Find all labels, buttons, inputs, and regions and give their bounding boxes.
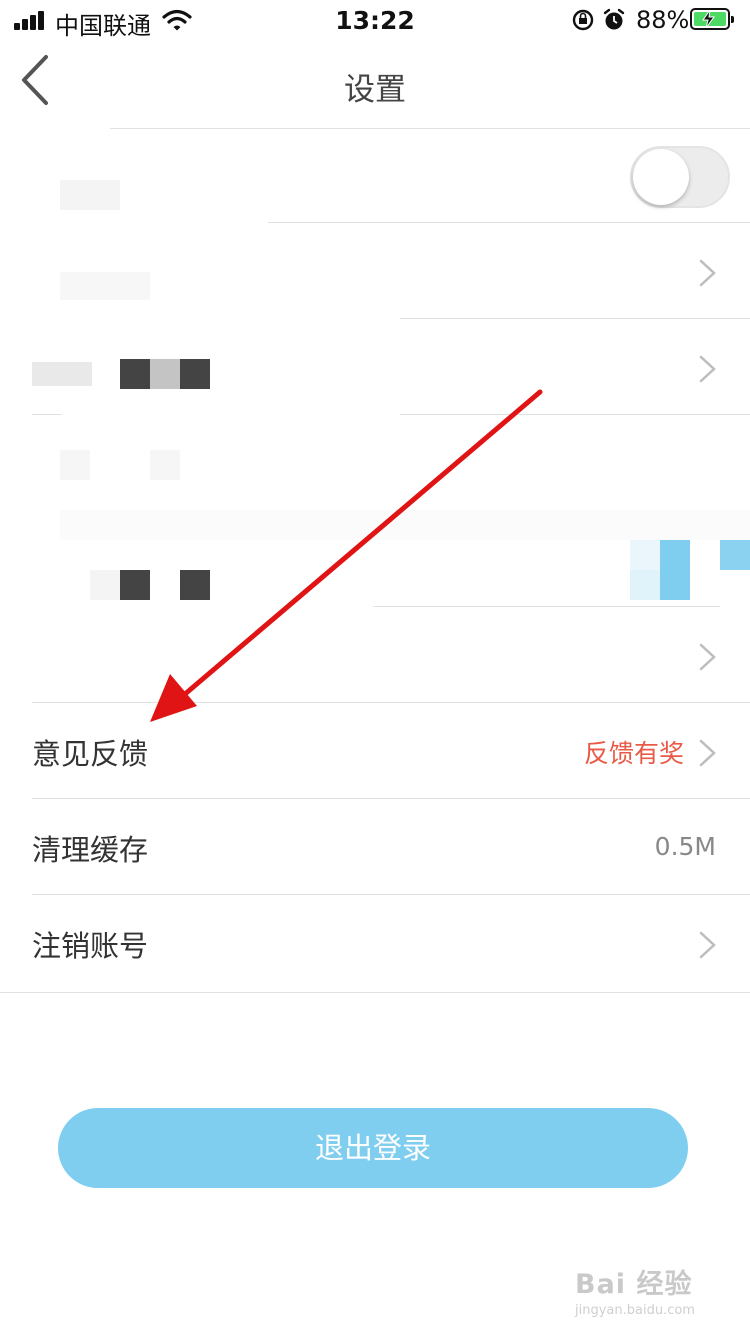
mosaic-block bbox=[120, 570, 150, 600]
mosaic-block bbox=[60, 450, 90, 480]
mosaic-block bbox=[150, 359, 180, 389]
page-title: 设置 bbox=[344, 72, 406, 108]
mosaic-block bbox=[150, 450, 180, 480]
mosaic-block bbox=[630, 540, 660, 570]
chevron-right-icon bbox=[699, 931, 716, 959]
battery-percent: 88% bbox=[636, 6, 690, 34]
mosaic-block bbox=[660, 540, 690, 600]
feedback-row[interactable]: 意见反馈 反馈有奖 bbox=[0, 704, 750, 799]
mosaic-block bbox=[60, 180, 120, 210]
logout-button[interactable]: 退出登录 bbox=[58, 1108, 688, 1188]
obscured-row[interactable] bbox=[0, 416, 750, 606]
baidu-watermark: Bai 经验 jingyan.baidu.com bbox=[575, 1262, 715, 1318]
cancel-account-row[interactable]: 注销账号 bbox=[0, 896, 750, 991]
toggle-switch[interactable] bbox=[630, 146, 730, 208]
divider bbox=[110, 128, 750, 129]
feedback-label: 意见反馈 bbox=[32, 737, 149, 771]
mosaic-block bbox=[60, 272, 150, 300]
battery-charging-icon bbox=[690, 8, 734, 30]
status-bar: 中国联通 13:22 88% bbox=[0, 0, 750, 42]
toggle-knob bbox=[633, 149, 689, 205]
obscured-row[interactable] bbox=[0, 224, 750, 319]
mosaic-block bbox=[32, 362, 92, 386]
watermark-url: jingyan.baidu.com bbox=[575, 1303, 695, 1318]
clear-cache-row[interactable]: 清理缓存 0.5M bbox=[0, 800, 750, 895]
obscured-row[interactable] bbox=[0, 608, 750, 703]
mosaic-block bbox=[180, 570, 210, 600]
chevron-right-icon bbox=[699, 643, 716, 671]
mosaic-block bbox=[630, 570, 660, 600]
watermark-brand: Bai 经验 bbox=[575, 1269, 693, 1300]
chevron-right-icon bbox=[699, 259, 716, 287]
cancel-account-label: 注销账号 bbox=[32, 929, 149, 963]
alarm-icon bbox=[603, 8, 625, 30]
mosaic-block bbox=[90, 570, 120, 600]
mosaic-block bbox=[720, 540, 750, 570]
status-icons bbox=[572, 8, 630, 38]
feedback-reward-text: 反馈有奖 bbox=[583, 739, 684, 768]
mosaic-block bbox=[180, 359, 210, 389]
obscured-row[interactable] bbox=[0, 320, 750, 415]
chevron-right-icon bbox=[699, 355, 716, 383]
rotation-lock-icon bbox=[572, 9, 594, 31]
divider bbox=[373, 606, 720, 607]
divider bbox=[0, 992, 750, 993]
mosaic-block bbox=[60, 510, 750, 540]
clear-cache-label: 清理缓存 bbox=[32, 833, 149, 867]
mosaic-block bbox=[120, 359, 150, 389]
cache-size-value: 0.5M bbox=[654, 832, 716, 861]
chevron-right-icon bbox=[699, 739, 716, 767]
